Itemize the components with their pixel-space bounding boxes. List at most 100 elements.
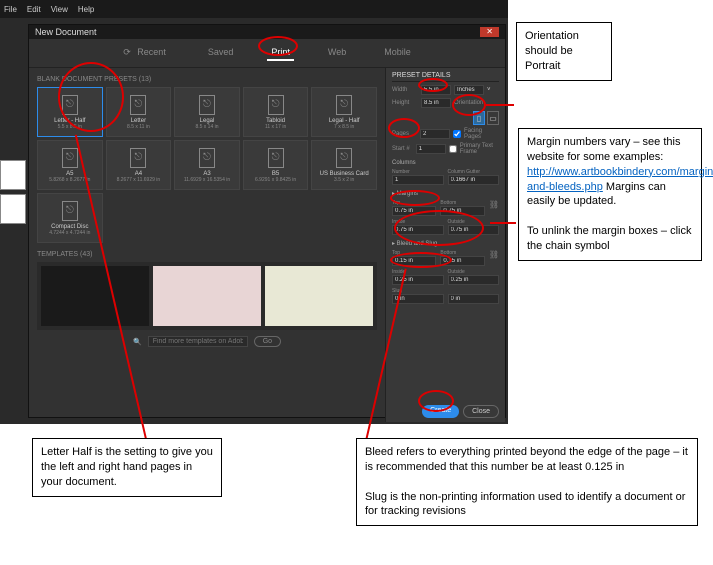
preset-dims: 8.5 x 11 in [127,124,150,130]
preset-dims: 3.5 x 2 in [334,177,354,183]
template-thumb[interactable] [41,266,149,326]
chevron-down-icon[interactable]: ˅ [487,87,491,93]
b-top-field[interactable] [392,256,436,266]
create-button[interactable]: Create [422,405,459,418]
primary-text-frame-checkbox[interactable] [449,145,457,153]
preset-dims: 5.5 x 8.5 in [58,124,82,130]
preset-dims: 4.7244 x 4.7244 in [49,230,90,236]
slug-bottom-field[interactable] [448,294,500,304]
slug-top-field[interactable] [392,294,444,304]
dialog-titlebar: New Document ✕ [29,25,505,39]
menubar: File Edit View Help [0,0,508,18]
anno-text: To unlink the margin boxes – click the c… [527,225,691,252]
preset-a3[interactable]: ⎋A311.6929 x 16.5354 in [174,140,240,190]
preset-tabloid[interactable]: ⎋Tabloid11 x 17 in [243,87,309,137]
width-label: Width [392,87,418,93]
preset-dims: 5.8268 x 8.2677 in [49,177,90,183]
m-top-field[interactable] [392,206,436,216]
pages-label: Pages [392,131,417,137]
preset-b5[interactable]: ⎋B56.9291 x 9.8425 in [243,140,309,190]
page-fold-icon: ⎋ [130,148,146,168]
thumb[interactable] [0,160,26,190]
annotation-letterhalf: Letter Half is the setting to give you t… [32,438,222,497]
height-label: Height [392,100,418,106]
annotation-orientation: Orientation should be Portrait [516,22,612,81]
search-icon: 🔍 [133,338,142,346]
thumb[interactable] [0,194,26,224]
page-fold-icon: ⎋ [62,95,78,115]
m-in-field[interactable] [392,225,444,235]
orientation-label: Orientation [454,100,480,106]
b-in-field[interactable] [392,275,444,285]
page-fold-icon: ⎋ [62,148,78,168]
anno-text: Slug is the non-printing information use… [365,491,685,518]
preset-dims: 7 x 8.5 in [334,124,354,130]
preset-compact-disc[interactable]: ⎋Compact Disc4.7244 x 4.7244 in [37,193,103,243]
tab-saved[interactable]: Saved [204,45,238,61]
width-field[interactable] [421,85,451,95]
template-search-input[interactable] [148,336,248,347]
close-icon[interactable]: ✕ [480,27,499,37]
preset-letter[interactable]: ⎋Letter8.5 x 11 in [106,87,172,137]
startnum-field[interactable] [416,144,446,154]
page-fold-icon: ⎋ [199,148,215,168]
link-margins-icon[interactable]: ⛓ [489,200,499,216]
menu-view[interactable]: View [51,5,68,14]
presets-heading: BLANK DOCUMENT PRESETS (13) [37,76,377,83]
templates-heading: TEMPLATES (43) [37,251,377,258]
orientation-landscape-icon[interactable]: ▭ [487,111,499,125]
annotation-bleed-slug: Bleed refers to everything printed beyon… [356,438,698,526]
template-thumb[interactable] [153,266,261,326]
preset-dims: 6.9291 x 9.8425 in [255,177,296,183]
tab-web[interactable]: Web [324,45,350,61]
page-fold-icon: ⎋ [336,95,352,115]
go-button[interactable]: Go [254,336,281,347]
pages-field[interactable] [420,129,450,139]
preset-dims: 11 x 17 in [265,124,286,130]
new-document-dialog: New Document ✕ ⟳ Recent Saved Print Web … [28,24,506,418]
preset-us-business-card[interactable]: ⎋US Business Card3.5 x 2 in [311,140,377,190]
annotation-margins: Margin numbers vary – see this website f… [518,128,702,261]
orientation-portrait-icon[interactable]: ▯ [473,111,485,125]
menu-edit[interactable]: Edit [27,5,41,14]
preset-dims: 8.2677 x 11.6929 in [117,177,161,183]
b-bottom-field[interactable] [440,256,484,266]
details-heading: PRESET DETAILS [392,72,499,82]
link-bleed-icon[interactable]: ⛓ [489,250,499,266]
page-fold-icon: ⎋ [336,148,352,168]
page-fold-icon: ⎋ [62,201,78,221]
preset-letter-half[interactable]: ⎋Letter - Half5.5 x 8.5 in [37,87,103,137]
b-out-field[interactable] [448,275,500,285]
margins-heading[interactable]: ▸ Margins [392,190,499,197]
facing-pages-checkbox[interactable] [453,130,461,138]
close-button[interactable]: Close [463,405,499,418]
anno-text: Bleed refers to everything printed beyon… [365,446,688,473]
anno-text: Margin numbers vary – see this website f… [527,136,680,163]
tab-print[interactable]: Print [267,45,294,61]
preset-details-panel: PRESET DETAILS Width ˅ Height Orientatio… [385,68,505,422]
tab-recent[interactable]: ⟳ Recent [119,45,174,61]
template-thumb[interactable] [265,266,373,326]
menu-file[interactable]: File [4,5,17,14]
columns-heading: Columns [392,160,499,166]
menu-help[interactable]: Help [78,5,94,14]
facing-pages-label: Facing Pages [464,128,499,140]
units-select[interactable] [454,85,484,95]
tab-mobile[interactable]: Mobile [380,45,415,61]
preset-legal[interactable]: ⎋Legal8.5 x 14 in [174,87,240,137]
m-out-field[interactable] [448,225,500,235]
preset-dims: 8.5 x 14 in [195,124,218,130]
page-fold-icon: ⎋ [199,95,215,115]
category-tabs: ⟳ Recent Saved Print Web Mobile [29,39,505,68]
bleed-slug-heading[interactable]: ▸ Bleed and Slug [392,240,499,247]
col-gutter-field[interactable] [448,175,500,185]
preset-legal-half[interactable]: ⎋Legal - Half7 x 8.5 in [311,87,377,137]
startnum-label: Start # [392,146,413,152]
preset-a4[interactable]: ⎋A48.2677 x 11.6929 in [106,140,172,190]
m-bottom-field[interactable] [440,206,484,216]
preset-a5[interactable]: ⎋A55.8268 x 8.2677 in [37,140,103,190]
height-field[interactable] [421,98,451,108]
presets-panel: BLANK DOCUMENT PRESETS (13) ⎋Letter - Ha… [29,68,385,422]
page-fold-icon: ⎋ [268,95,284,115]
col-number-field[interactable] [392,175,444,185]
